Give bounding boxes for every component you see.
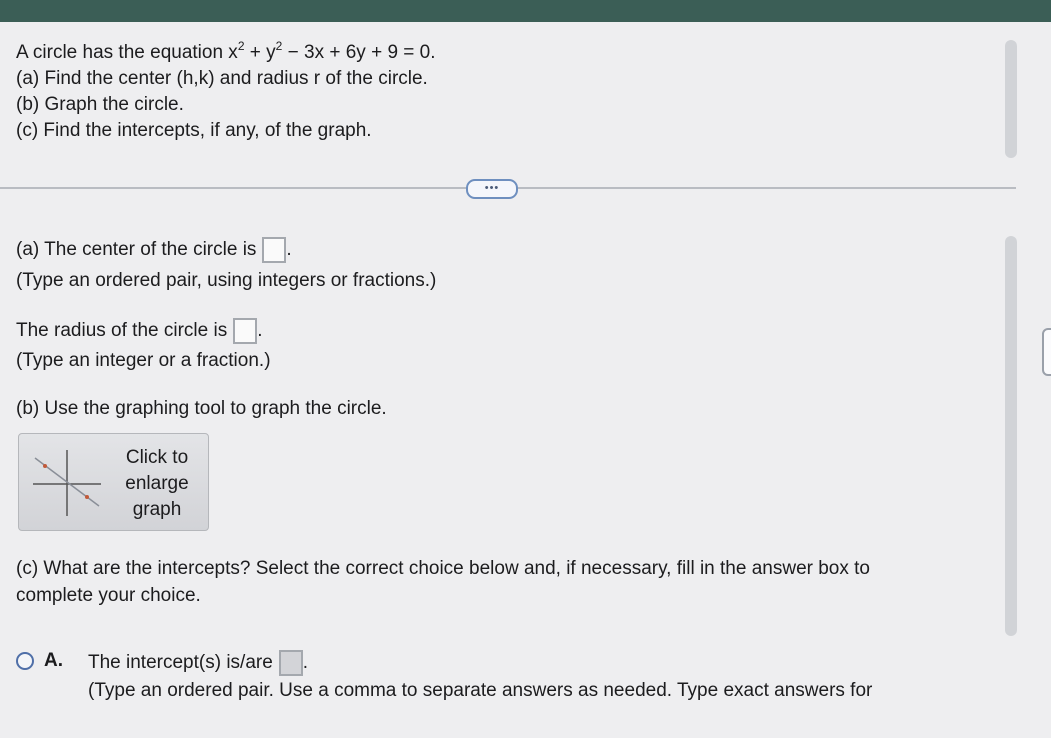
part-a-text: (a) Find the center (h,k) and radius r o… (16, 68, 428, 89)
top-bar (0, 0, 1051, 22)
option-a-label: The intercept(s) is/are (88, 652, 273, 674)
radius-label: The radius of the circle is (16, 320, 228, 342)
part-b-text: (b) Graph the circle. (16, 94, 184, 115)
center-label: (a) The center of the circle is (16, 239, 257, 261)
radius-question: The radius of the circle is. (16, 318, 262, 344)
problem-statement: A circle has the equation x2 + y2 − 3x +… (16, 40, 436, 144)
center-answer-input[interactable] (262, 237, 287, 263)
vertical-dots-icon: ⋮ (1046, 342, 1051, 356)
intercepts-question-line2: complete your choice. (16, 585, 201, 606)
side-panel-tab[interactable]: ⋮ (1042, 328, 1051, 376)
intercepts-answer-input[interactable] (278, 650, 303, 676)
option-a-letter: A. (44, 650, 63, 671)
graph-thumbnail-icon (33, 450, 101, 516)
graph-instruction: (b) Use the graphing tool to graph the c… (16, 398, 387, 419)
more-button[interactable]: ••• (466, 179, 518, 199)
part-c-text: (c) Find the intercepts, if any, of the … (16, 120, 372, 141)
option-a-hint: (Type an ordered pair. Use a comma to se… (88, 680, 873, 701)
center-hint: (Type an ordered pair, using integers or… (16, 270, 437, 291)
option-a-radio[interactable] (16, 652, 34, 670)
enlarge-graph-label: Click to enlarge graph (125, 447, 189, 520)
answer-scrollbar[interactable] (1005, 236, 1017, 636)
option-a-question: The intercept(s) is/are. (88, 650, 308, 676)
equation-line: A circle has the equation x2 + y2 − 3x +… (16, 39, 436, 63)
problem-scrollbar[interactable] (1005, 40, 1017, 158)
intercepts-question-line1: (c) What are the intercepts? Select the … (16, 558, 870, 579)
enlarge-graph-button[interactable]: Click to enlarge graph (18, 433, 209, 531)
center-question: (a) The center of the circle is. (16, 237, 292, 263)
radius-answer-input[interactable] (233, 318, 258, 344)
radius-hint: (Type an integer or a fraction.) (16, 350, 271, 371)
